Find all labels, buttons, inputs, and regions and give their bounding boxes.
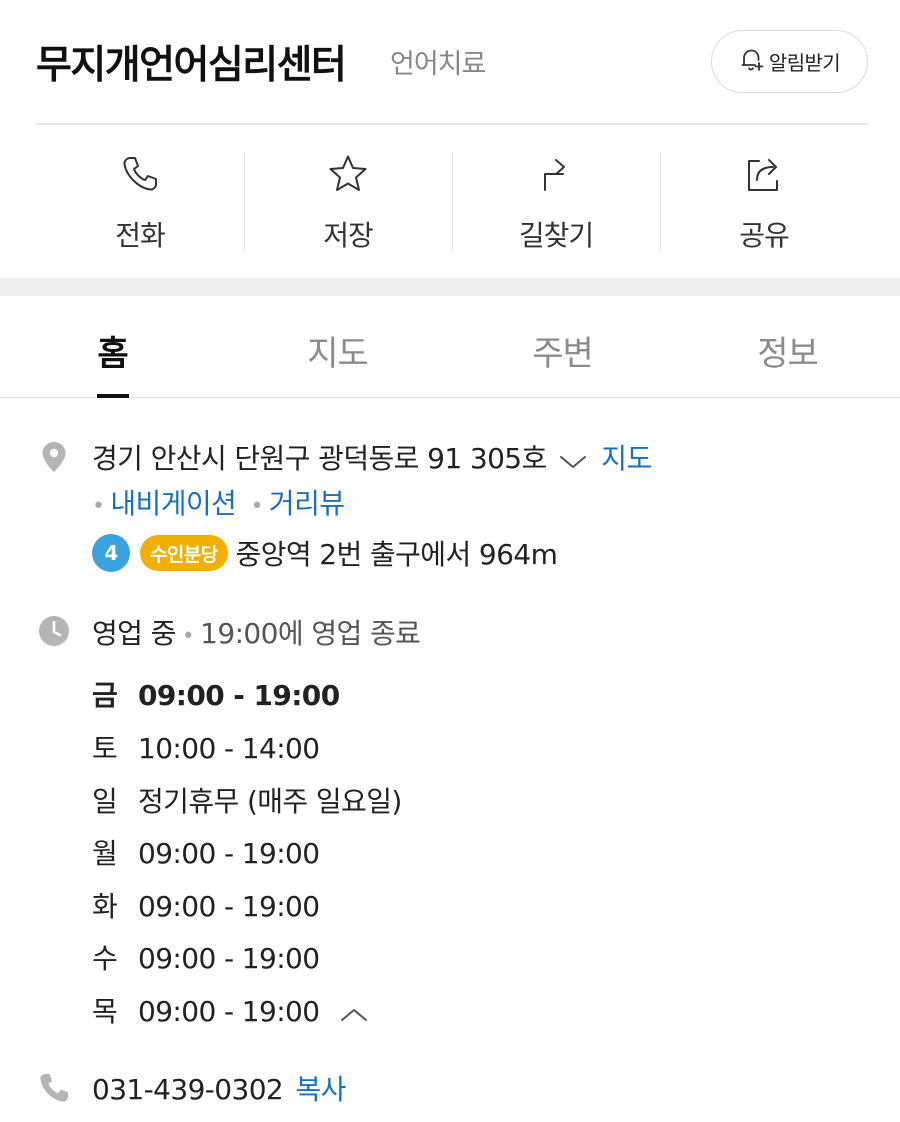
phone-small-icon bbox=[37, 1071, 71, 1109]
directions-icon bbox=[536, 152, 576, 196]
hours-time: 10:00 - 14:00 bbox=[138, 732, 320, 765]
hours-time: 정기휴무 (매주 일요일) bbox=[138, 785, 402, 818]
hours-row-mon: 월 09:00 - 19:00 bbox=[92, 832, 320, 872]
share-label: 공유 bbox=[739, 219, 790, 252]
hours-row-fri: 금 09:00 - 19:00 bbox=[92, 674, 340, 714]
save-label: 저장 bbox=[323, 219, 374, 252]
hours-day: 수 bbox=[92, 942, 118, 975]
chevron-down-icon[interactable] bbox=[559, 444, 587, 477]
place-header: 무지개언어심리센터 언어치료 알림받기 bbox=[36, 30, 868, 94]
subway-distance-text: 중앙역 2번 출구에서 964m bbox=[235, 538, 558, 571]
tab-nearby[interactable]: 주변 bbox=[450, 296, 675, 397]
business-status-row: 영업 중 • 19:00에 영업 종료 bbox=[92, 612, 421, 652]
hours-day: 토 bbox=[92, 732, 118, 765]
phone-row: 031-439-0302 복사 bbox=[92, 1068, 346, 1108]
location-pin-icon bbox=[37, 440, 71, 478]
hours-time: 09:00 - 19:00 bbox=[138, 679, 340, 712]
section-separator bbox=[0, 278, 900, 296]
hours-row-tue: 화 09:00 - 19:00 bbox=[92, 885, 320, 925]
hours-row-sat: 토 10:00 - 14:00 bbox=[92, 727, 320, 767]
call-label: 전화 bbox=[115, 219, 166, 252]
header-divider bbox=[36, 123, 868, 125]
navigation-link[interactable]: 내비게이션 bbox=[110, 487, 236, 520]
hours-row-sun: 일 정기휴무 (매주 일요일) bbox=[92, 780, 402, 820]
copy-phone-link[interactable]: 복사 bbox=[295, 1073, 346, 1106]
hours-row-wed: 수 09:00 - 19:00 bbox=[92, 937, 320, 977]
share-button[interactable]: 공유 bbox=[660, 150, 868, 254]
directions-button[interactable]: 길찾기 bbox=[452, 150, 660, 254]
subway-row: 4 수인분당 중앙역 2번 출구에서 964m bbox=[92, 533, 558, 573]
place-category: 언어치료 bbox=[390, 49, 486, 80]
tab-info[interactable]: 정보 bbox=[675, 296, 900, 397]
clock-icon bbox=[37, 614, 71, 652]
bullet-dot: • bbox=[92, 494, 105, 519]
hours-day: 일 bbox=[92, 785, 118, 818]
phone-icon bbox=[120, 152, 160, 196]
subway-line-name-badge: 수인분당 bbox=[140, 535, 228, 571]
hours-day: 목 bbox=[92, 995, 118, 1028]
tab-home[interactable]: 홈 bbox=[0, 296, 225, 397]
bullet-dot: • bbox=[181, 624, 195, 649]
phone-number[interactable]: 031-439-0302 bbox=[92, 1073, 284, 1106]
subway-line-number-badge: 4 bbox=[92, 534, 130, 572]
hours-time: 09:00 - 19:00 bbox=[138, 890, 320, 923]
place-title: 무지개언어심리센터 bbox=[36, 43, 347, 88]
star-icon bbox=[327, 152, 369, 196]
hours-day: 월 bbox=[92, 837, 118, 870]
hours-day: 금 bbox=[92, 679, 118, 712]
tab-map[interactable]: 지도 bbox=[225, 296, 450, 397]
map-link[interactable]: 지도 bbox=[601, 442, 652, 475]
save-button[interactable]: 저장 bbox=[244, 150, 452, 254]
call-button[interactable]: 전화 bbox=[36, 150, 244, 254]
address-text: 경기 안산시 단원구 광덕동로 91 305호 bbox=[92, 442, 547, 475]
share-icon bbox=[743, 152, 785, 196]
hours-time: 09:00 - 19:00 bbox=[138, 995, 320, 1028]
alarm-button-label: 알림받기 bbox=[768, 51, 841, 75]
directions-label: 길찾기 bbox=[518, 219, 594, 252]
chevron-up-icon[interactable] bbox=[340, 997, 368, 1030]
roadview-link[interactable]: 거리뷰 bbox=[269, 487, 345, 520]
tab-bar: 홈 지도 주변 정보 bbox=[0, 296, 900, 398]
business-status: 영업 중 bbox=[92, 617, 176, 650]
action-bar: 전화 저장 길찾기 공유 bbox=[36, 150, 868, 254]
alarm-button[interactable]: 알림받기 bbox=[711, 30, 868, 93]
business-status-detail: 19:00에 영업 종료 bbox=[200, 617, 421, 650]
hours-day: 화 bbox=[92, 890, 118, 923]
bell-plus-icon bbox=[739, 47, 765, 77]
address-row: 경기 안산시 단원구 광덕동로 91 305호 지도 bbox=[92, 437, 652, 477]
hours-time: 09:00 - 19:00 bbox=[138, 942, 320, 975]
hours-row-thu: 목 09:00 - 19:00 bbox=[92, 990, 374, 1030]
address-links-row: • 내비게이션 • 거리뷰 bbox=[92, 482, 345, 522]
bullet-dot: • bbox=[250, 494, 264, 519]
hours-time: 09:00 - 19:00 bbox=[138, 837, 320, 870]
